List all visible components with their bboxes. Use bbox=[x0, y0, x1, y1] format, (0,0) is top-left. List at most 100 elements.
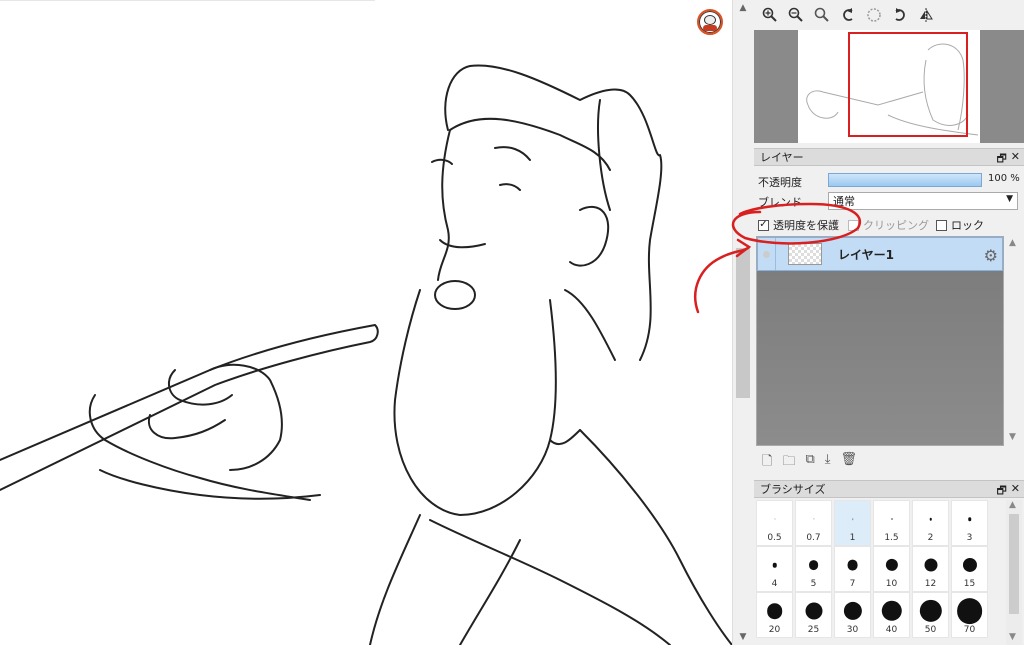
clipping-checkbox[interactable]: クリッピング bbox=[848, 217, 929, 233]
layer-name: レイヤー1 bbox=[838, 247, 894, 262]
brush-size-cell[interactable]: 0.5 bbox=[756, 500, 793, 546]
brush-size-dot bbox=[774, 518, 775, 520]
brush-size-label: 15 bbox=[963, 579, 976, 589]
brush-size-dot bbox=[805, 602, 822, 620]
brush-size-label: 0.7 bbox=[806, 533, 821, 543]
brush-size-label: 25 bbox=[807, 625, 820, 635]
brush-size-title-text: ブラシサイズ bbox=[760, 483, 826, 496]
brush-size-label: 3 bbox=[966, 533, 973, 543]
layer-thumbnail bbox=[788, 243, 822, 265]
layer-tools: 🗋 🗀 ⧉ ⤓ 🗑 bbox=[762, 452, 857, 474]
merge-down-icon[interactable]: ⤓ bbox=[825, 452, 831, 474]
brush-scroll-up-icon[interactable]: ▲ bbox=[1009, 500, 1016, 510]
brush-size-dot bbox=[967, 517, 972, 521]
lock-label: ロック bbox=[951, 219, 984, 232]
navigator-preview[interactable] bbox=[754, 30, 1024, 143]
zoom-reset-icon[interactable] bbox=[812, 5, 832, 25]
navigator-viewport-rectangle[interactable] bbox=[848, 32, 968, 137]
brush-size-dot bbox=[772, 562, 777, 568]
brush-size-dot bbox=[881, 600, 902, 622]
panel-restore-icon[interactable]: 🗗 bbox=[996, 150, 1006, 169]
brush-size-label: 12 bbox=[924, 579, 937, 589]
drawing-canvas[interactable] bbox=[0, 0, 732, 645]
brush-size-label: 7 bbox=[849, 579, 856, 589]
layer-visibility-icon[interactable] bbox=[758, 238, 776, 270]
opacity-slider[interactable] bbox=[828, 173, 982, 187]
scroll-up-arrow-icon[interactable]: ▲ bbox=[733, 0, 753, 16]
rotate-reset-icon[interactable] bbox=[864, 5, 884, 25]
right-panel: レイヤー 🗗 ✕ 不透明度 100 % ブレンド 通常 ▼ ✓ 透明度を保護 クリ… bbox=[752, 0, 1024, 645]
brush-scroll-down-icon[interactable]: ▼ bbox=[1009, 632, 1016, 642]
brush-size-label: 1 bbox=[849, 533, 856, 543]
blend-label: ブレンド bbox=[758, 196, 802, 209]
brush-size-cell[interactable]: 15 bbox=[951, 546, 988, 592]
layer-list-scrollbar[interactable]: ▲ ▼ bbox=[1006, 236, 1022, 446]
brush-size-label: 0.5 bbox=[767, 533, 782, 543]
delete-layer-icon[interactable]: 🗑 bbox=[841, 452, 858, 474]
brush-size-cell[interactable]: 50 bbox=[912, 592, 949, 638]
brush-size-label: 20 bbox=[768, 625, 781, 635]
brush-size-dot bbox=[890, 518, 893, 520]
protect-alpha-checkbox[interactable]: ✓ 透明度を保護 bbox=[758, 217, 839, 233]
brush-size-dot bbox=[851, 518, 854, 520]
brush-size-cell[interactable]: 5 bbox=[795, 546, 832, 592]
brush-size-dot bbox=[843, 601, 862, 621]
layer-scroll-down-icon[interactable]: ▼ bbox=[1009, 432, 1016, 442]
canvas-vertical-scrollbar[interactable]: ▲ ▼ bbox=[732, 0, 752, 645]
brush-size-cell[interactable]: 20 bbox=[756, 592, 793, 638]
brush-size-cell[interactable]: 0.7 bbox=[795, 500, 832, 546]
brush-size-dot bbox=[956, 598, 983, 624]
brush-size-cell[interactable]: 7 bbox=[834, 546, 871, 592]
protect-alpha-label: 透明度を保護 bbox=[773, 219, 839, 232]
brush-size-cell[interactable]: 25 bbox=[795, 592, 832, 638]
opacity-slider-fill bbox=[829, 174, 981, 186]
brush-size-panel-title: ブラシサイズ 🗗 ✕ bbox=[754, 480, 1024, 498]
brush-size-label: 40 bbox=[885, 625, 898, 635]
panel-restore-icon[interactable]: 🗗 bbox=[996, 482, 1006, 501]
new-layer-icon[interactable]: 🗋 bbox=[762, 452, 772, 474]
brush-size-cell[interactable]: 4 bbox=[756, 546, 793, 592]
duplicate-layer-icon[interactable]: ⧉ bbox=[805, 452, 814, 474]
brush-size-cell[interactable]: 70 bbox=[951, 592, 988, 638]
layer-scroll-up-icon[interactable]: ▲ bbox=[1009, 238, 1016, 248]
brush-size-dot bbox=[962, 557, 977, 573]
layer-panel-title: レイヤー 🗗 ✕ bbox=[754, 148, 1024, 166]
panel-close-icon[interactable]: ✕ bbox=[1011, 150, 1020, 169]
zoom-in-icon[interactable] bbox=[760, 5, 780, 25]
brush-size-cell[interactable]: 10 bbox=[873, 546, 910, 592]
brush-size-label: 50 bbox=[924, 625, 937, 635]
clipping-check-icon[interactable] bbox=[848, 219, 859, 231]
gear-icon[interactable]: ⚙ bbox=[984, 246, 998, 265]
zoom-out-icon[interactable] bbox=[786, 5, 806, 25]
clipping-label: クリッピング bbox=[863, 219, 929, 232]
brush-size-label: 70 bbox=[963, 625, 976, 635]
brush-size-grid: 0.5 0.7 1 1.5 2 3 4 5 7 10 12 15 20 25 30 40 50 70 bbox=[756, 500, 1002, 645]
flip-horizontal-icon[interactable] bbox=[916, 5, 936, 25]
brush-size-cell[interactable]: 1.5 bbox=[873, 500, 910, 546]
new-folder-icon[interactable]: 🗀 bbox=[782, 452, 795, 474]
app-mascot-icon bbox=[697, 9, 723, 35]
brush-size-cell[interactable]: 40 bbox=[873, 592, 910, 638]
rotate-left-icon[interactable] bbox=[838, 5, 858, 25]
panel-close-icon[interactable]: ✕ bbox=[1011, 482, 1020, 501]
chevron-down-icon: ▼ bbox=[1006, 194, 1013, 204]
scroll-down-arrow-icon[interactable]: ▼ bbox=[733, 629, 753, 645]
protect-alpha-check-icon[interactable]: ✓ bbox=[758, 219, 769, 231]
brush-size-cell[interactable]: 12 bbox=[912, 546, 949, 592]
brush-size-cell[interactable]: 30 bbox=[834, 592, 871, 638]
rotate-right-icon[interactable] bbox=[890, 5, 910, 25]
layer-row[interactable]: レイヤー1 ⚙ bbox=[757, 237, 1003, 271]
brush-size-cell[interactable]: 2 bbox=[912, 500, 949, 546]
brush-size-dot bbox=[924, 558, 937, 572]
lock-check-icon[interactable] bbox=[936, 219, 947, 231]
brush-size-label: 1.5 bbox=[884, 533, 899, 543]
lock-checkbox[interactable]: ロック bbox=[936, 217, 984, 233]
brush-scrollbar-thumb[interactable] bbox=[1009, 514, 1019, 614]
brush-size-cell[interactable]: 1 bbox=[834, 500, 871, 546]
blend-mode-select[interactable]: 通常 ▼ bbox=[828, 192, 1018, 210]
brush-size-scrollbar[interactable]: ▲ ▼ bbox=[1006, 500, 1022, 645]
layer-list[interactable]: レイヤー1 ⚙ bbox=[756, 236, 1004, 446]
blend-row: ブレンド bbox=[758, 194, 802, 210]
scrollbar-thumb[interactable] bbox=[736, 248, 750, 398]
brush-size-cell[interactable]: 3 bbox=[951, 500, 988, 546]
